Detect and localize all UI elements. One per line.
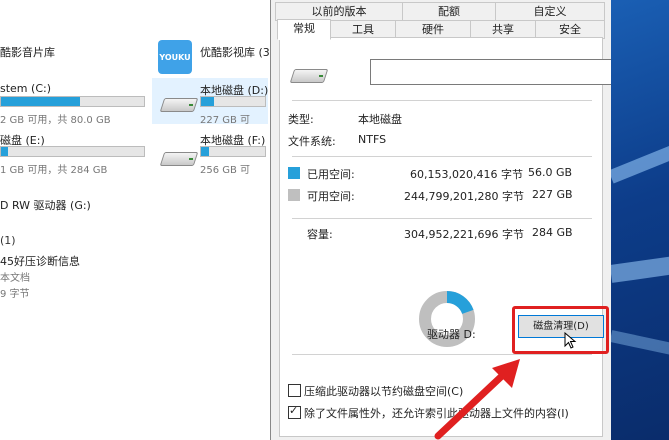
drive-c-usage-bar bbox=[0, 96, 145, 107]
section-header[interactable]: (1) bbox=[0, 234, 16, 247]
video-library-label[interactable]: 酷影音片库 bbox=[0, 44, 55, 60]
capacity-gb: 284 GB bbox=[532, 226, 573, 239]
tab-quota[interactable]: 配额 bbox=[402, 2, 496, 21]
mouse-cursor-icon bbox=[564, 332, 577, 349]
youku-library-label[interactable]: 优酷影视库 (3: bbox=[200, 44, 274, 60]
drive-c-usage: 2 GB 可用，共 80.0 GB bbox=[0, 115, 111, 126]
hard-drive-icon bbox=[289, 63, 329, 85]
drive-d-usage: 227 GB 可 bbox=[200, 115, 251, 126]
file-type: 本文档 bbox=[0, 273, 30, 284]
free-space-gb: 227 GB bbox=[532, 188, 573, 201]
used-space-swatch bbox=[288, 167, 300, 179]
drive-d-usage-fill bbox=[201, 97, 214, 106]
red-highlight-box bbox=[512, 306, 609, 354]
type-label: 类型: bbox=[288, 113, 314, 126]
divider bbox=[292, 100, 592, 101]
drive-d-usage-bar bbox=[200, 96, 266, 107]
filesystem-label: 文件系统: bbox=[288, 135, 336, 148]
divider bbox=[292, 218, 592, 219]
drive-e-usage: 1 GB 可用，共 284 GB bbox=[0, 165, 108, 176]
dvd-drive-name[interactable]: D RW 驱动器 (G:) bbox=[0, 197, 91, 213]
free-space-label: 可用空间: bbox=[307, 190, 355, 203]
divider bbox=[292, 156, 592, 157]
file-size: 9 字节 bbox=[0, 289, 30, 300]
used-space-gb: 56.0 GB bbox=[528, 166, 573, 179]
drive-c-usage-fill bbox=[1, 97, 80, 106]
file-title[interactable]: 45好压诊断信息 bbox=[0, 253, 80, 269]
drive-letter-label: 驱动器 D: bbox=[427, 328, 476, 341]
drive-e-usage-fill bbox=[1, 147, 9, 156]
hard-drive-icon[interactable] bbox=[159, 146, 199, 168]
drive-f-usage-fill bbox=[201, 147, 209, 156]
free-space-swatch bbox=[288, 189, 300, 201]
divider bbox=[292, 354, 592, 355]
compress-drive-checkbox[interactable] bbox=[288, 384, 301, 397]
file-explorer-pane: 酷影音片库 YOUKU 优酷影视库 (3: stem (C:) 2 GB 可用，… bbox=[0, 0, 274, 440]
type-value: 本地磁盘 bbox=[358, 113, 402, 126]
desktop-background bbox=[611, 0, 669, 440]
filesystem-value: NTFS bbox=[358, 133, 387, 146]
capacity-label: 容量: bbox=[307, 228, 333, 241]
red-arrow-icon bbox=[434, 359, 520, 440]
drive-name-input[interactable] bbox=[370, 59, 612, 85]
tab-general[interactable]: 常规 bbox=[277, 19, 331, 40]
used-space-label: 已用空间: bbox=[307, 168, 355, 181]
tab-customize[interactable]: 自定义 bbox=[495, 2, 605, 21]
drive-e-usage-bar bbox=[0, 146, 145, 157]
drive-c-name[interactable]: stem (C:) bbox=[0, 82, 51, 95]
drive-f-usage: 256 GB 可 bbox=[200, 165, 251, 176]
hard-drive-icon[interactable] bbox=[159, 92, 199, 114]
used-space-bytes: 60,153,020,416 字节 bbox=[410, 168, 523, 181]
index-contents-checkbox[interactable] bbox=[288, 404, 301, 419]
drive-f-usage-bar bbox=[200, 146, 266, 157]
free-space-bytes: 244,799,201,280 字节 bbox=[404, 190, 524, 203]
capacity-bytes: 304,952,221,696 字节 bbox=[404, 228, 524, 241]
youku-icon[interactable]: YOUKU bbox=[158, 40, 192, 74]
